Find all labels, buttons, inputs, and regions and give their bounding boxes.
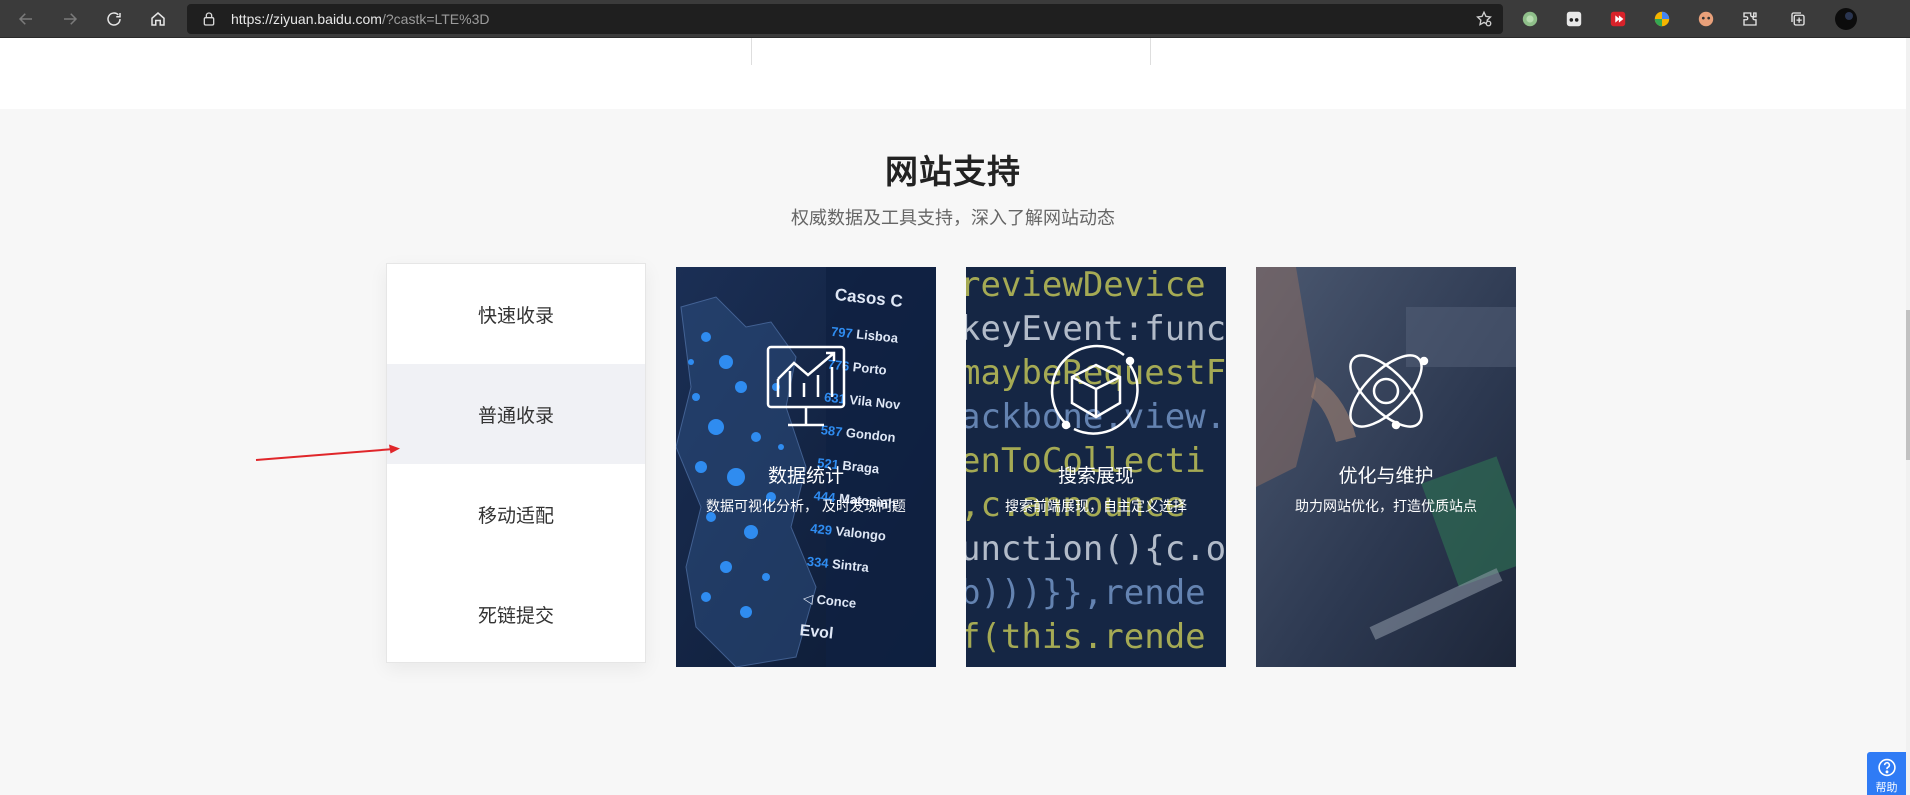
menu-item-mobile-adaptation[interactable]: 移动适配: [387, 464, 645, 564]
browser-toolbar: https://ziyuan.baidu.com/?castk=LTE%3D: [0, 0, 1910, 38]
card-description: 数据可视化分析， 及时发现问题: [706, 498, 906, 514]
section-title: 网站支持: [885, 153, 1021, 190]
menu-item-dead-link-submit[interactable]: 死链提交: [387, 564, 645, 664]
scrollbar-thumb[interactable]: [1906, 310, 1910, 460]
question-icon: [1877, 758, 1896, 777]
extension-colorful-icon[interactable]: [1652, 9, 1672, 29]
annotation-arrow: [255, 444, 400, 461]
help-label: 帮助: [1875, 782, 1898, 794]
profile-avatar-icon[interactable]: [1834, 7, 1858, 31]
home-button[interactable]: [144, 5, 172, 33]
extension-green-circle-icon[interactable]: [1520, 9, 1540, 29]
extension-avatar-icon[interactable]: [1696, 9, 1716, 29]
menu-item-normal-indexing[interactable]: 普通收录: [387, 364, 645, 464]
add-favorite-icon[interactable]: [1475, 10, 1493, 28]
card-description: 搜索前端展现，自主定义选择: [1005, 498, 1187, 514]
card-search-display[interactable]: reviewDevice keyEvent:functi maybeReques…: [966, 267, 1226, 667]
divider: [1150, 38, 1151, 65]
card-title: 数据统计: [767, 466, 844, 487]
address-bar[interactable]: https://ziyuan.baidu.com/?castk=LTE%3D: [187, 4, 1503, 34]
card-description: 助力网站优化，打造优质站点: [1295, 498, 1477, 514]
forward-button[interactable]: [56, 5, 84, 33]
url-text: https://ziyuan.baidu.com/?castk=LTE%3D: [231, 11, 490, 27]
refresh-button[interactable]: [100, 5, 128, 33]
previous-section-bottom: [0, 38, 1906, 109]
lock-icon: [203, 12, 215, 26]
card-title: 优化与维护: [1338, 466, 1434, 487]
atom-icon: [1349, 354, 1429, 430]
card-title: 搜索展现: [1057, 466, 1134, 487]
card-data-statistics[interactable]: Casos C 797 Lisboa 776 Porto 631 Vila No…: [676, 267, 936, 667]
extension-face-icon[interactable]: [1564, 9, 1584, 29]
back-button[interactable]: [12, 5, 40, 33]
card-optimization-maintenance[interactable]: 优化与维护 助力网站优化，打造优质站点: [1256, 267, 1516, 667]
menu-item-fast-indexing[interactable]: 快速收录: [387, 264, 645, 364]
cube-cycle-icon: [1050, 344, 1139, 435]
section-subtitle: 权威数据及工具支持，深入了解网站动态: [791, 208, 1115, 228]
divider: [751, 38, 752, 65]
extensions-puzzle-icon[interactable]: [1740, 9, 1760, 29]
help-button[interactable]: 帮助: [1867, 752, 1906, 795]
collections-icon[interactable]: [1788, 9, 1808, 29]
chart-presentation-icon: [766, 345, 846, 427]
extension-red-icon[interactable]: [1608, 9, 1628, 29]
feature-menu: 快速收录 普通收录 移动适配 死链提交: [386, 263, 646, 663]
